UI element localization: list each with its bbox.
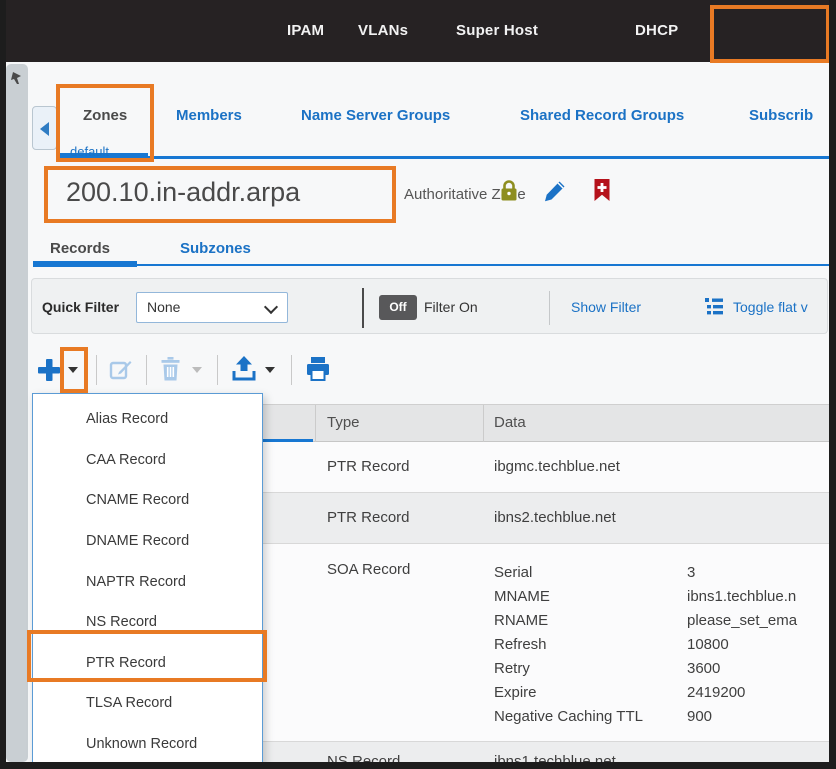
breadcrumb-default-link[interactable]: default: [70, 144, 109, 159]
collapsed-finder-panel-rail[interactable]: [6, 64, 28, 762]
soa-value: ibns1.techblue.n: [687, 588, 796, 605]
soa-value: 3600: [687, 660, 720, 677]
show-filter-link[interactable]: Show Filter: [571, 299, 641, 315]
table-header-row: Type Data: [263, 404, 829, 442]
menu-item-naptr-record[interactable]: NAPTR Record: [33, 561, 262, 602]
tab-ipam[interactable]: IPAM: [287, 0, 324, 62]
quick-filter-select[interactable]: None: [136, 292, 288, 323]
filter-on-label: Filter On: [424, 299, 478, 315]
pin-icon: [10, 71, 24, 85]
soa-key: MNAME: [494, 585, 687, 609]
tab-dhcp[interactable]: DHCP: [635, 0, 678, 62]
table-row[interactable]: SOA Record Serial3 MNAMEibns1.techblue.n…: [263, 544, 829, 742]
add-record-dropdown-menu: Alias Record CAA Record CNAME Record DNA…: [32, 393, 263, 769]
cell-data: ibns2.techblue.net: [494, 509, 616, 526]
filter-off-toggle-button[interactable]: Off: [379, 295, 417, 320]
menu-item-ptr-record[interactable]: PTR Record: [33, 643, 262, 684]
tab-zones[interactable]: Zones: [83, 104, 127, 128]
divider: [146, 355, 147, 385]
toggle-flat-view-link[interactable]: Toggle flat v: [733, 299, 808, 315]
subtab-strip-line: [33, 264, 829, 266]
divider: [96, 355, 97, 385]
add-record-button[interactable]: [36, 357, 62, 383]
add-bookmark-icon[interactable]: [592, 178, 612, 203]
menu-item-dname-record[interactable]: DNAME Record: [33, 521, 262, 562]
add-record-dropdown-caret[interactable]: [68, 367, 78, 373]
delete-dropdown-caret[interactable]: [192, 367, 202, 373]
cell-data: ibgmc.techblue.net: [494, 458, 620, 475]
tab-subzones[interactable]: Subzones: [180, 238, 251, 260]
flat-view-list-icon[interactable]: [703, 297, 724, 318]
tab-vlans[interactable]: VLANs: [358, 0, 408, 62]
frame-border-bottom: [0, 762, 836, 769]
quick-filter-selected-value: None: [147, 299, 180, 315]
print-button[interactable]: [305, 356, 331, 382]
soa-key: Retry: [494, 657, 687, 681]
tab-subscriber[interactable]: Subscrib: [749, 104, 813, 128]
records-active-indicator: [33, 261, 137, 267]
tab-name-server-groups[interactable]: Name Server Groups: [301, 104, 450, 128]
soa-key: Refresh: [494, 633, 687, 657]
soa-value: 900: [687, 708, 712, 725]
soa-value: 10800: [687, 636, 729, 653]
frame-border-right: [829, 0, 836, 769]
divider: [291, 355, 292, 385]
export-button[interactable]: [231, 355, 257, 382]
menu-item-caa-record[interactable]: CAA Record: [33, 440, 262, 481]
tab-records[interactable]: Records: [50, 238, 110, 260]
tab-super-host[interactable]: Super Host: [456, 0, 538, 62]
divider: [549, 291, 550, 325]
cell-type: PTR Record: [327, 458, 410, 475]
menu-item-tlsa-record[interactable]: TLSA Record: [33, 683, 262, 724]
table-row[interactable]: PTR Record ibgmc.techblue.net: [263, 442, 829, 493]
cell-soa-data: Serial3 MNAMEibns1.techblue.n RNAMEpleas…: [494, 561, 797, 729]
menu-item-unknown-record[interactable]: Unknown Record: [33, 724, 262, 765]
soa-value: 2419200: [687, 684, 745, 701]
menu-item-cname-record[interactable]: CNAME Record: [33, 480, 262, 521]
zone-name-title: 200.10.in-addr.arpa: [66, 177, 300, 208]
nav-tabstrip-line: [56, 156, 829, 159]
collapse-panel-button[interactable]: [32, 106, 57, 150]
export-dropdown-caret[interactable]: [265, 367, 275, 373]
quick-filter-label: Quick Filter: [42, 299, 119, 315]
column-divider: [483, 405, 484, 443]
lock-icon: [498, 179, 520, 203]
soa-value: please_set_ema: [687, 612, 797, 629]
delete-button-disabled[interactable]: [159, 356, 182, 382]
chevron-down-icon: [264, 300, 278, 314]
menu-item-alias-record[interactable]: Alias Record: [33, 399, 262, 440]
tab-shared-record-groups[interactable]: Shared Record Groups: [520, 104, 684, 128]
soa-key: RNAME: [494, 609, 687, 633]
column-header-type[interactable]: Type: [327, 414, 360, 431]
soa-key: Expire: [494, 681, 687, 705]
table-row[interactable]: PTR Record ibns2.techblue.net: [263, 493, 829, 544]
soa-value: 3: [687, 564, 695, 581]
menu-item-ns-record[interactable]: NS Record: [33, 602, 262, 643]
column-divider: [315, 405, 316, 443]
chevron-left-icon: [40, 122, 49, 136]
divider: [217, 355, 218, 385]
edit-pencil-icon[interactable]: [542, 178, 568, 204]
tab-members[interactable]: Members: [176, 104, 242, 128]
cell-type: PTR Record: [327, 509, 410, 526]
column-header-data[interactable]: Data: [494, 414, 526, 431]
soa-key: Negative Caching TTL: [494, 705, 687, 729]
divider: [362, 288, 364, 328]
soa-key: Serial: [494, 561, 687, 585]
infoblox-dns-window: IPAM VLANs Super Host DHCP DNS Zones Mem…: [0, 0, 836, 769]
cell-type: SOA Record: [327, 561, 410, 578]
frame-border-left: [0, 0, 6, 769]
top-navigation-bar: IPAM VLANs Super Host DHCP: [0, 0, 836, 62]
edit-button-disabled[interactable]: [109, 358, 133, 382]
